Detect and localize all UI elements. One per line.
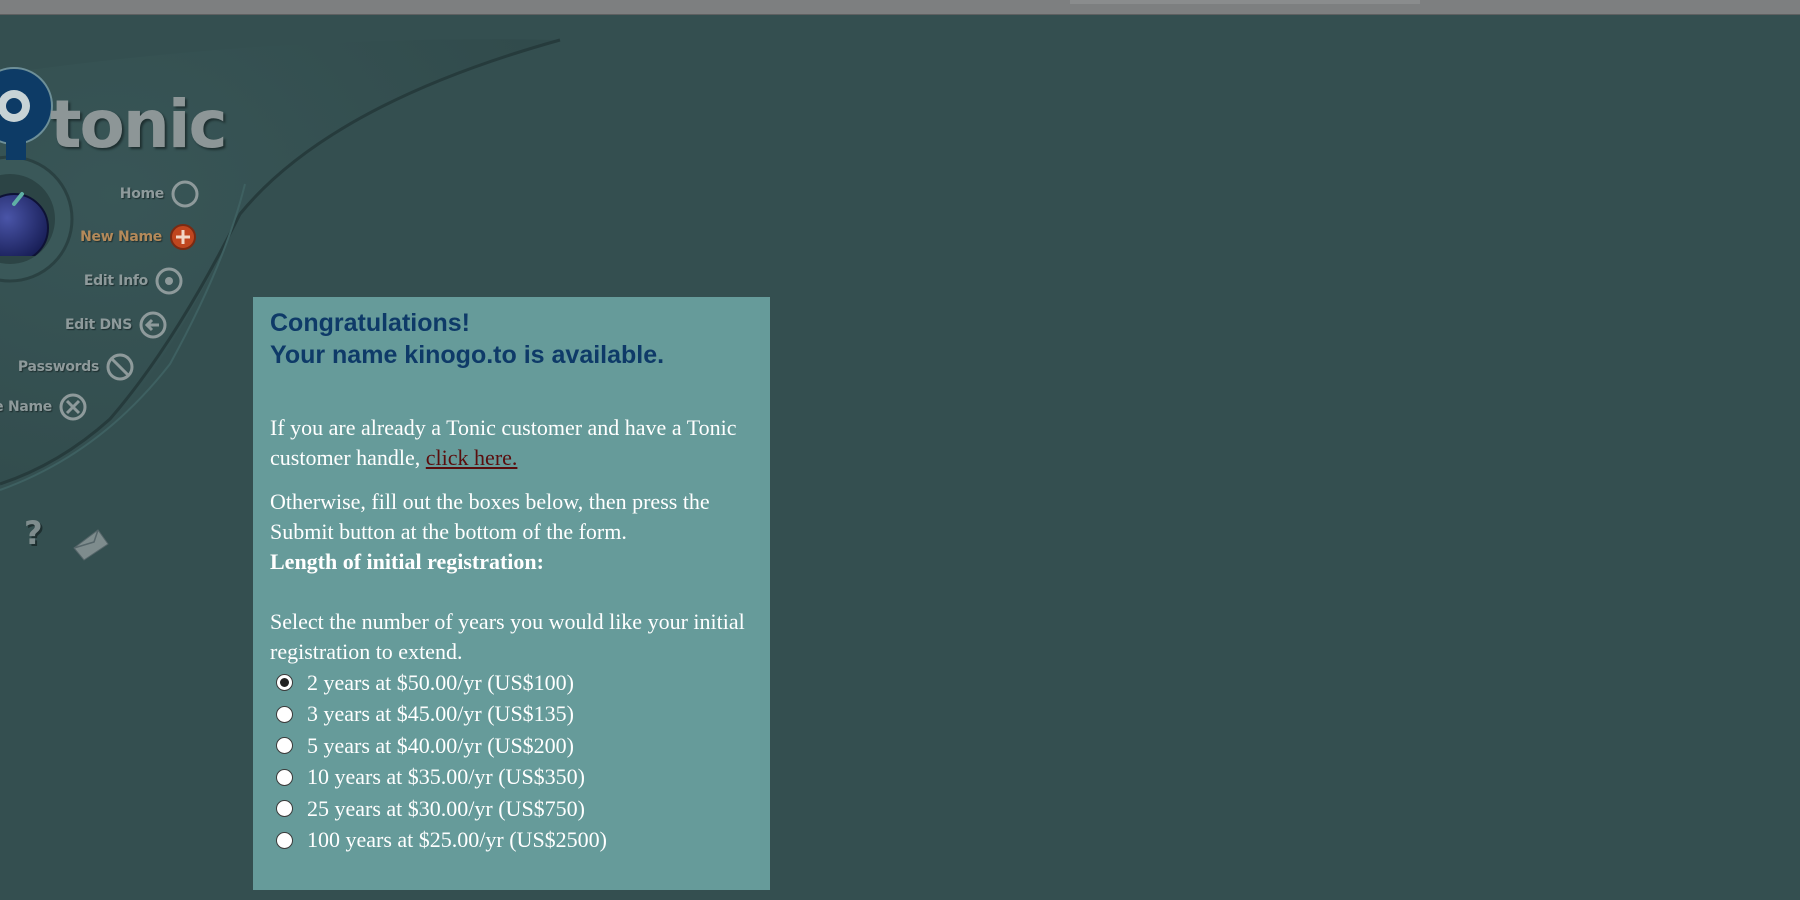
radio-10-years[interactable]	[276, 768, 293, 786]
radio-2-years[interactable]	[276, 674, 293, 692]
option-label: 5 years at $40.00/yr (US$200)	[307, 732, 575, 758]
click-here-link[interactable]: click here.	[426, 445, 518, 470]
radio-5-years[interactable]	[276, 737, 293, 755]
top-bar-segment	[1070, 0, 1420, 4]
envelope-icon	[73, 529, 109, 561]
instructions-text: Otherwise, fill out the boxes below, the…	[270, 489, 710, 544]
option-label: 2 years at $50.00/yr (US$100)	[307, 669, 575, 695]
option-100-years[interactable]: 100 years at $25.00/yr (US$2500)	[276, 825, 753, 857]
nav-item-label: Edit DNS	[65, 317, 132, 333]
option-2-years[interactable]: 2 years at $50.00/yr (US$100)	[276, 667, 753, 699]
tonic-logo-text[interactable]: tonic	[50, 92, 228, 158]
radio-3-years[interactable]	[276, 705, 293, 723]
nav-item-new-name[interactable]: New Name	[80, 222, 198, 252]
registration-panel: Congratulations! Your name kinogo.to is …	[253, 297, 770, 890]
circle-icon	[171, 180, 199, 208]
nav-item-delete-name[interactable]: e Name	[0, 392, 88, 422]
option-10-years[interactable]: 10 years at $35.00/yr (US$350)	[276, 762, 753, 794]
radio-100-years[interactable]	[276, 831, 293, 849]
svg-text:?: ?	[24, 514, 43, 552]
registration-length-heading: Length of initial registration:	[270, 547, 753, 577]
help-button[interactable]: ? ?	[22, 514, 52, 559]
congratulations-heading: Congratulations!	[270, 309, 470, 337]
nav-item-edit-info[interactable]: Edit Info	[84, 266, 184, 296]
browser-top-bar	[0, 0, 1800, 15]
nav-item-label: New Name	[80, 229, 162, 245]
select-years-text: Select the number of years you would lik…	[270, 609, 745, 664]
nav-item-label: Passwords	[17, 359, 99, 375]
registration-length-heading-text: Length of initial registration:	[270, 549, 544, 574]
option-3-years[interactable]: 3 years at $45.00/yr (US$135)	[276, 699, 753, 731]
target-icon	[155, 267, 183, 295]
option-label: 25 years at $30.00/yr (US$750)	[307, 795, 586, 821]
plus-circle-icon	[170, 224, 196, 250]
option-label: 10 years at $35.00/yr (US$350)	[307, 764, 586, 790]
no-entry-icon	[106, 353, 134, 381]
nav-item-label: e Name	[0, 399, 52, 415]
x-circle-icon	[59, 393, 87, 421]
option-label: 3 years at $45.00/yr (US$135)	[307, 701, 575, 727]
radio-25-years[interactable]	[276, 800, 293, 818]
availability-heading: Your name kinogo.to is available.	[270, 341, 665, 369]
option-25-years[interactable]: 25 years at $30.00/yr (US$750)	[276, 793, 753, 825]
contact-mail-button[interactable]	[72, 526, 112, 567]
registration-options: 2 years at $50.00/yr (US$100) 3 years at…	[270, 667, 753, 856]
existing-customer-text: If you are already a Tonic customer and …	[270, 413, 753, 473]
nav-item-passwords[interactable]: Passwords	[18, 352, 135, 382]
question-mark-icon: ? ?	[24, 514, 45, 554]
arrow-left-circle-icon	[139, 311, 167, 339]
nav-item-home[interactable]: Home	[120, 179, 200, 209]
nav-item-label: Edit Info	[83, 273, 148, 289]
option-label: 100 years at $25.00/yr (US$2500)	[307, 827, 608, 853]
dial-knob-icon	[0, 192, 49, 256]
nav-item-edit-dns[interactable]: Edit DNS	[65, 310, 168, 340]
nav-item-label: Home	[119, 186, 165, 202]
option-5-years[interactable]: 5 years at $40.00/yr (US$200)	[276, 730, 753, 762]
